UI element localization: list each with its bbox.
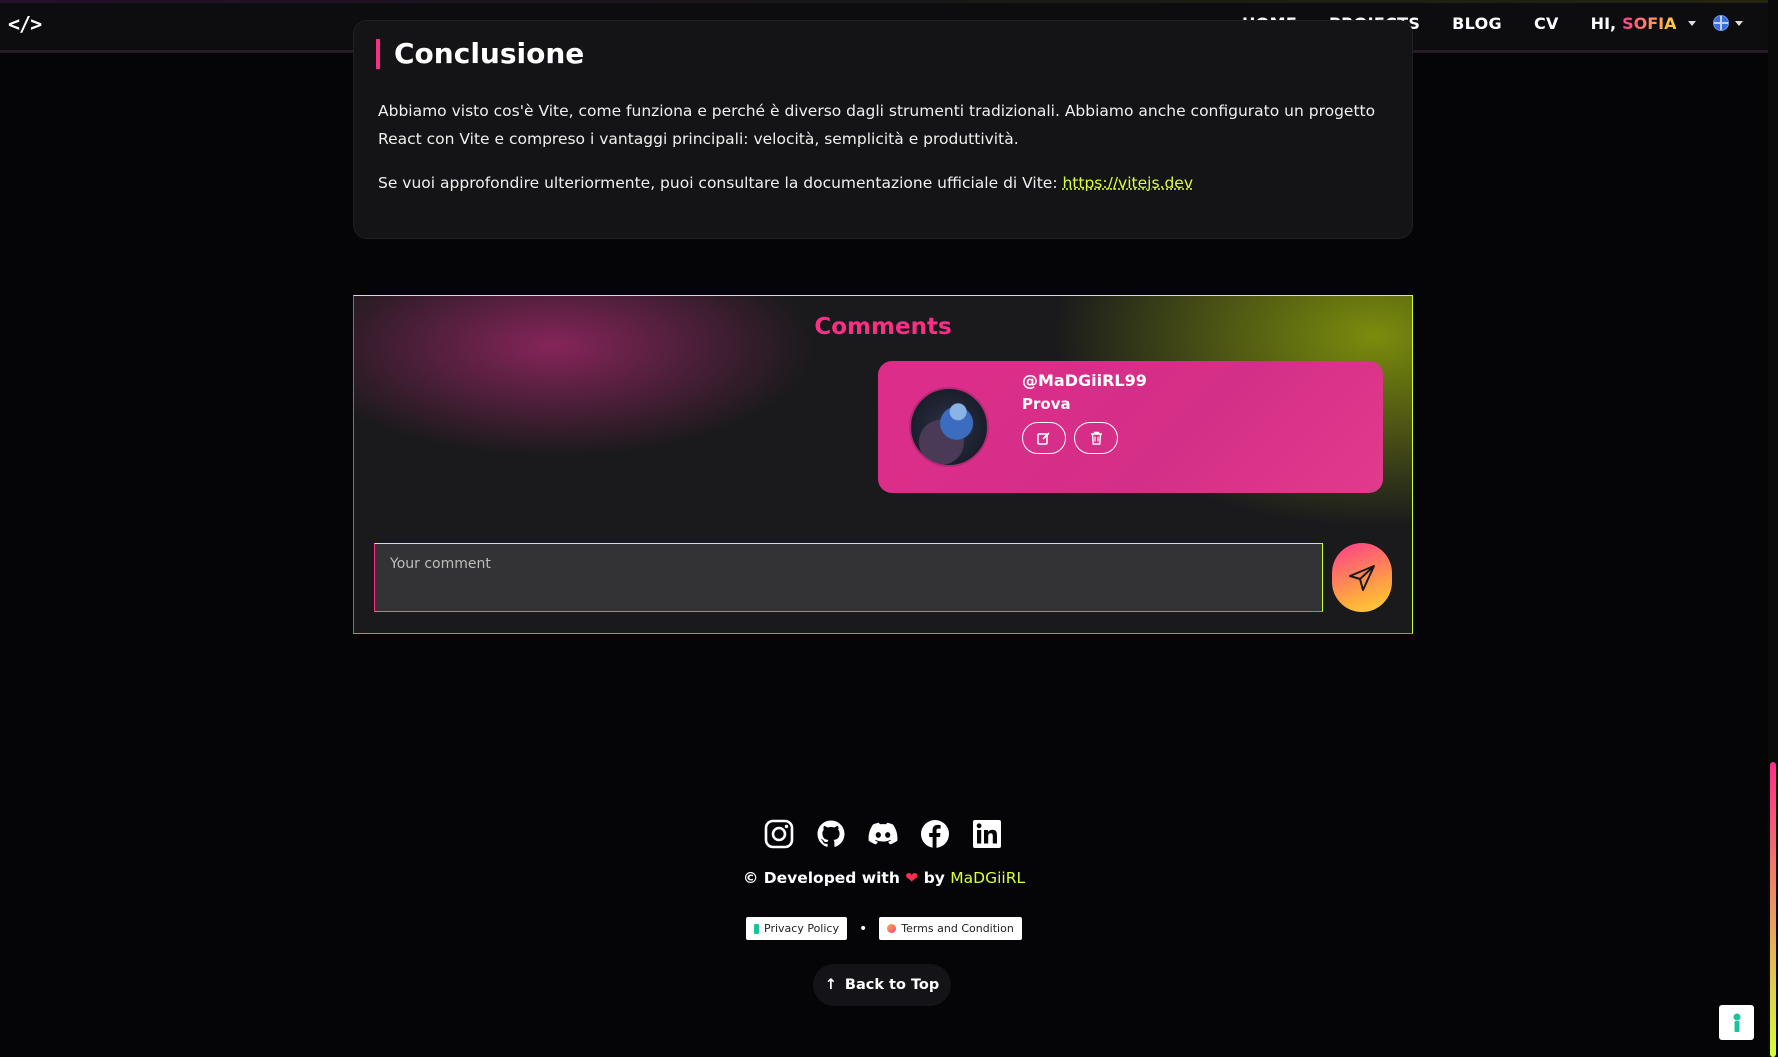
edit-comment-button[interactable]: [1022, 422, 1066, 454]
comment-item: @MaDGiiRL99 Prova: [878, 361, 1383, 493]
site-logo[interactable]: </>: [8, 12, 42, 36]
legal-separator: •: [858, 920, 868, 937]
back-to-top-button[interactable]: ↑ Back to Top: [813, 964, 951, 1006]
nav-blog[interactable]: BLOG: [1452, 14, 1502, 33]
iubenda-icon: [754, 923, 759, 934]
trash-icon: [1090, 431, 1102, 445]
delete-comment-button[interactable]: [1074, 422, 1118, 454]
comments-section: Comments @MaDGiiRL99 Prova: [353, 295, 1413, 634]
section-title: Conclusione: [376, 39, 584, 69]
iubenda-icon: [1733, 1013, 1740, 1032]
conclusion-paragraph: Abbiamo visto cos'è Vite, come funziona …: [378, 102, 1376, 148]
user-name: SOFIA: [1622, 14, 1677, 33]
badge-dot-icon: [887, 924, 897, 933]
arrow-up-icon: ↑: [824, 977, 837, 993]
author-link[interactable]: MaDGiiRL: [950, 869, 1025, 887]
greeting-label: HI,: [1590, 14, 1617, 33]
terms-link[interactable]: Terms and Condition: [879, 917, 1022, 940]
linkedin-icon[interactable]: [971, 818, 1003, 850]
nav-cv[interactable]: CV: [1534, 14, 1559, 33]
avatar: [909, 387, 989, 467]
privacy-label: Privacy Policy: [764, 922, 839, 935]
back-to-top-label: Back to Top: [844, 977, 940, 993]
scrollbar-thumb[interactable]: [1770, 762, 1776, 1057]
footer-credit: © Developed with ❤ by MaDGiiRL: [0, 869, 1768, 887]
heart-icon: ❤: [905, 869, 919, 887]
comment-username: @MaDGiiRL99: [1022, 371, 1147, 390]
comments-title: Comments: [814, 314, 952, 340]
vite-docs-link[interactable]: https://vitejs.dev: [1062, 174, 1193, 192]
globe-icon: [1713, 15, 1729, 31]
comment-input[interactable]: [374, 543, 1323, 612]
discord-icon[interactable]: [867, 818, 899, 850]
send-icon: [1349, 564, 1375, 591]
user-menu[interactable]: HI, SOFIA: [1591, 14, 1697, 33]
github-icon[interactable]: [815, 818, 847, 850]
social-links: [763, 818, 1023, 850]
language-selector[interactable]: [1713, 15, 1743, 31]
credit-by: by: [923, 869, 945, 887]
comment-text: Prova: [1022, 395, 1071, 413]
docs-paragraph: Se vuoi approfondire ulteriormente, puoi…: [378, 169, 1390, 197]
instagram-icon[interactable]: [763, 818, 795, 850]
chevron-down-icon: [1688, 21, 1697, 26]
docs-text: Se vuoi approfondire ulteriormente, puoi…: [378, 174, 1063, 192]
privacy-widget-button[interactable]: [1719, 1005, 1754, 1040]
facebook-icon[interactable]: [919, 818, 951, 850]
article-conclusion-card: Conclusione Abbiamo visto cos'è Vite, co…: [353, 20, 1413, 239]
legal-links: Privacy Policy • Terms and Condition: [746, 917, 1022, 940]
chevron-down-icon: [1735, 20, 1743, 26]
send-comment-button[interactable]: [1332, 543, 1392, 612]
terms-label: Terms and Condition: [901, 922, 1014, 935]
edit-icon: [1037, 432, 1050, 445]
credit-prefix: © Developed with: [742, 869, 900, 887]
privacy-policy-link[interactable]: Privacy Policy: [746, 917, 847, 940]
